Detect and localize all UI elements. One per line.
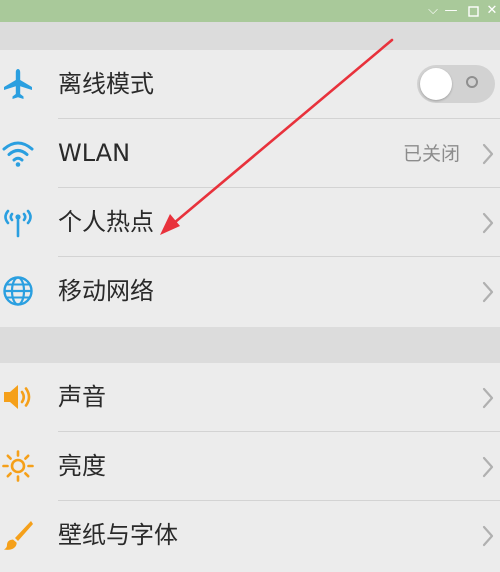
- sound-row[interactable]: 声音: [0, 363, 500, 432]
- sound-label: 声音: [58, 383, 106, 411]
- chevron-right-icon: [481, 455, 495, 479]
- chevron-right-icon: [481, 142, 495, 166]
- brightness-row[interactable]: 亮度: [0, 432, 500, 501]
- hotspot-icon: [1, 205, 35, 239]
- hotspot-row[interactable]: 个人热点: [0, 188, 500, 257]
- airplane-icon: [1, 67, 35, 101]
- airplane-mode-label: 离线模式: [58, 70, 154, 98]
- section-spacer: [0, 327, 500, 363]
- chevron-right-icon: [481, 386, 495, 410]
- minimize-icon[interactable]: —: [441, 2, 461, 20]
- maximize-icon[interactable]: [463, 2, 483, 20]
- wlan-label: WLAN: [58, 139, 131, 167]
- settings-group-network: 离线模式 WLAN 已关闭 个人热点 移动网络: [0, 50, 500, 327]
- chevron-down-icon[interactable]: ⌵: [423, 2, 443, 20]
- chevron-right-icon: [481, 280, 495, 304]
- toggle-off-indicator: [466, 76, 478, 88]
- speaker-icon: [1, 380, 35, 414]
- wlan-status: 已关闭: [402, 143, 460, 165]
- mobile-network-row[interactable]: 移动网络: [0, 257, 500, 326]
- wallpaper-font-row[interactable]: 壁纸与字体: [0, 501, 500, 570]
- close-icon[interactable]: ✕: [482, 2, 500, 20]
- chevron-right-icon: [481, 211, 495, 235]
- mobile-network-label: 移动网络: [58, 277, 154, 305]
- brush-icon: [1, 518, 35, 552]
- airplane-mode-toggle[interactable]: [417, 65, 495, 103]
- airplane-mode-row[interactable]: 离线模式: [0, 50, 500, 119]
- globe-icon: [1, 274, 35, 308]
- section-spacer: [0, 22, 500, 50]
- window-titlebar: ⌵ — ✕: [0, 0, 500, 22]
- brightness-label: 亮度: [58, 452, 106, 480]
- wlan-row[interactable]: WLAN 已关闭: [0, 119, 500, 188]
- wifi-icon: [1, 136, 35, 170]
- hotspot-label: 个人热点: [58, 208, 154, 236]
- settings-group-display: 声音 亮度 壁纸与字体: [0, 363, 500, 572]
- chevron-right-icon: [481, 524, 495, 548]
- sun-icon: [1, 449, 35, 483]
- toggle-knob: [420, 68, 452, 100]
- wallpaper-font-label: 壁纸与字体: [58, 521, 178, 549]
